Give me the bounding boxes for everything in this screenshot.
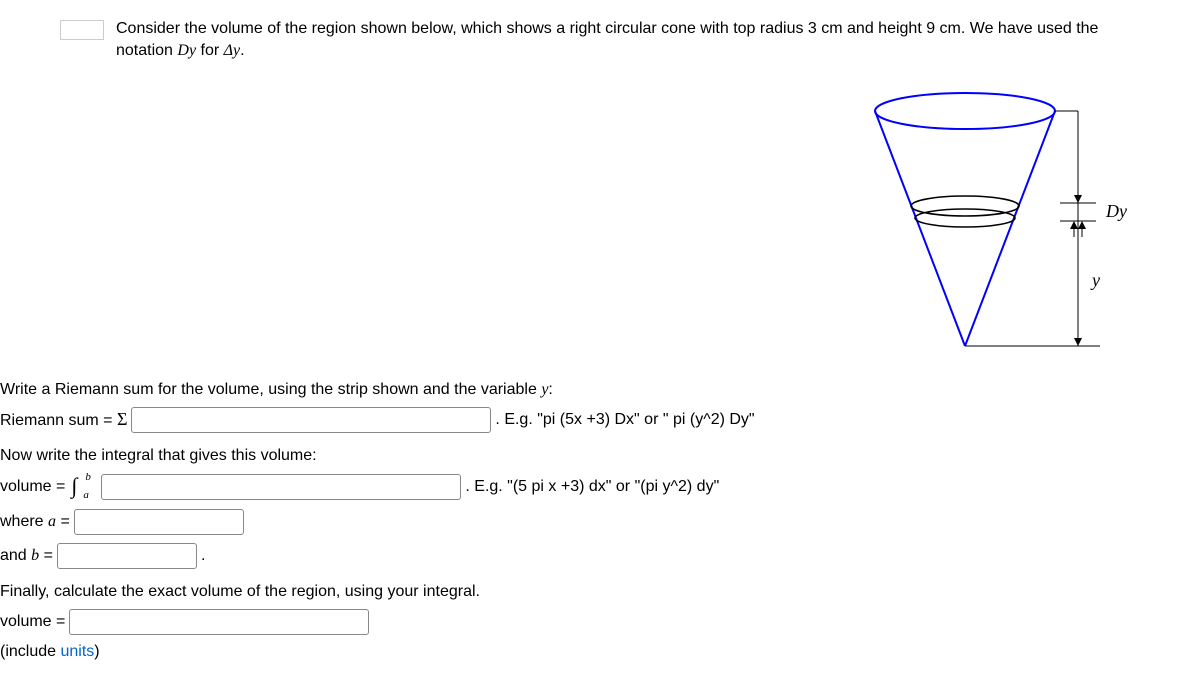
final-volume-label: volume = [0,613,65,631]
y-label: y [1090,270,1100,290]
riemann-label: Riemann sum = Σ [0,409,127,430]
final-volume-input[interactable] [69,609,369,635]
units-note: (include units) [0,643,1200,661]
where-a-label: where a = [0,513,70,531]
a-input[interactable] [74,509,244,535]
integral-prompt: Now write the integral that gives this v… [0,447,1200,465]
final-prompt: Finally, calculate the exact volume of t… [0,583,1200,601]
cone-figure: Dy y [860,81,1140,361]
riemann-prompt: Write a Riemann sum for the volume, usin… [0,381,1200,399]
intro-text: Consider the volume of the region shown … [116,18,1140,63]
units-link[interactable]: units [60,643,94,660]
integral-hint: . E.g. "(5 pi x +3) dx" or "(pi y^2) dy" [465,478,719,496]
volume-integral-input[interactable] [101,474,461,500]
riemann-sum-input[interactable] [131,407,491,433]
b-input[interactable] [57,543,197,569]
volume-integral-label: volume = [0,478,65,496]
and-b-label: and b = [0,547,53,565]
question-icon-box [60,20,104,40]
b-suffix: . [201,547,205,565]
dy-label: Dy [1105,201,1127,221]
integral-icon: ∫ b a [69,473,97,501]
riemann-hint: . E.g. "pi (5x +3) Dx" or " pi (y^2) Dy" [495,411,754,429]
